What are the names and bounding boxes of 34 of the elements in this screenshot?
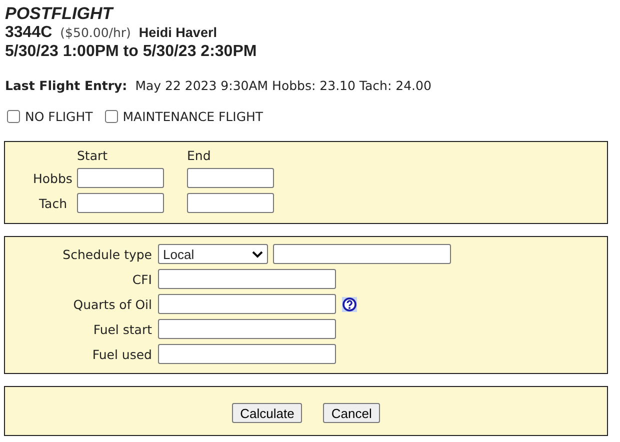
field-label: Schedule type <box>62 246 152 262</box>
input-field[interactable] <box>187 168 274 188</box>
help-icon[interactable] <box>342 296 357 312</box>
input-field[interactable] <box>77 193 164 213</box>
pilot-name: Heidi Haverl <box>138 24 217 42</box>
row-label: Hobbs <box>33 170 74 186</box>
schedule-time: 5/30/23 1:00PM to 5/30/23 2:30PM <box>5 42 258 61</box>
input-field[interactable] <box>187 193 274 213</box>
checkbox-label: NO FLIGHT <box>25 109 93 124</box>
row-label: Tach <box>38 196 68 210</box>
field-label: Fuel start <box>92 322 152 336</box>
last-entry-label: Last Flight Entry: <box>5 78 128 93</box>
schedule-type-dropdown[interactable]: Local <box>158 244 268 264</box>
input-field[interactable] <box>158 319 336 339</box>
form-button[interactable]: Cancel <box>323 403 380 423</box>
chevron-down-icon <box>252 250 263 258</box>
input-field[interactable] <box>158 344 336 364</box>
input-field[interactable] <box>77 168 164 188</box>
checkbox[interactable] <box>104 110 118 123</box>
field-label: Quarts of Oil <box>72 296 152 312</box>
page-title: POSTFLIGHT <box>5 4 115 23</box>
input-field[interactable] <box>158 294 336 314</box>
last-entry-value: May 22 2023 9:30AM Hobbs: 23.10 Tach: 24.00 <box>135 78 432 93</box>
hourly-rate: ($50.00/hr) <box>60 24 131 42</box>
aircraft-id: 3344C <box>5 23 52 42</box>
checkbox-label: MAINTENANCE FLIGHT <box>122 109 264 124</box>
field-label: Fuel used <box>91 346 152 362</box>
checkbox[interactable] <box>7 110 20 123</box>
input-field[interactable] <box>273 244 451 264</box>
column-header: Start <box>77 149 109 163</box>
column-header: End <box>187 149 212 163</box>
form-button[interactable]: Calculate <box>232 403 302 423</box>
input-field[interactable] <box>158 269 336 289</box>
field-label: CFI <box>131 272 152 286</box>
